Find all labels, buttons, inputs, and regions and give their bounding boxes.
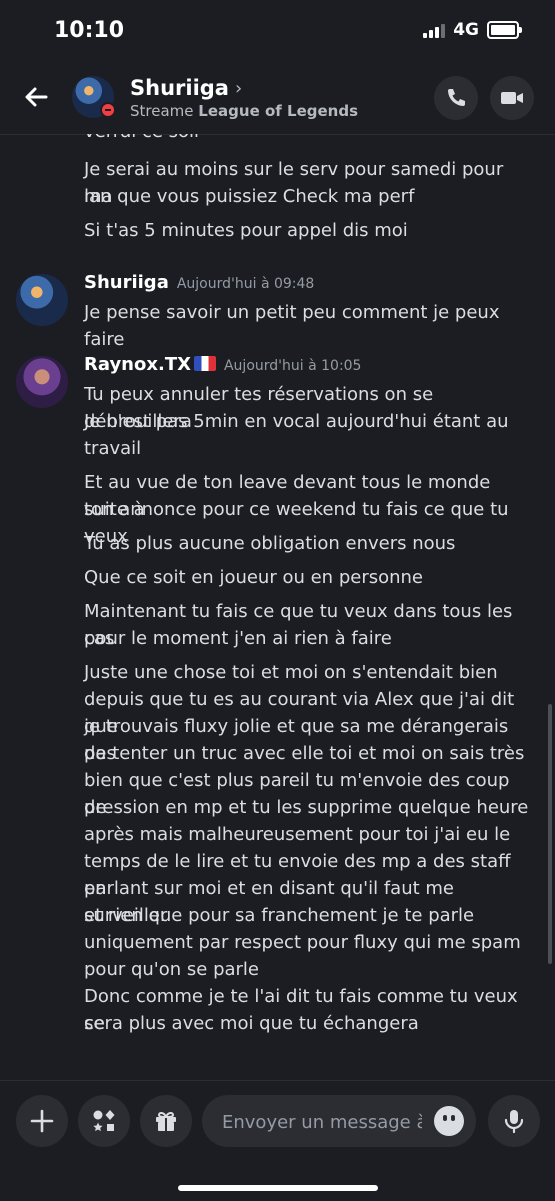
avatar[interactable]	[16, 274, 68, 326]
message-timestamp: Aujourd'hui à 10:05	[223, 358, 362, 374]
france-flag-icon	[193, 356, 216, 371]
message-line: Que ce soit en joueur ou en personne	[84, 567, 423, 588]
phone-icon	[448, 89, 465, 106]
profile-name[interactable]: Shuriiga ›	[130, 76, 242, 100]
apps-icon	[93, 1110, 115, 1132]
status-indicators: 4G	[423, 20, 522, 40]
message-line: pression en mp et tu les supprime quelqu…	[84, 797, 529, 818]
profile-name-label: Shuriiga	[130, 76, 229, 100]
message-line: Je n'est pas 5min en vocal aujourd'hui é…	[84, 411, 509, 432]
activity-game: League of Legends	[198, 102, 359, 120]
message-list[interactable]: verrai ce soir Je serai au moins sur le …	[0, 134, 555, 1080]
voice-message-button[interactable]	[488, 1095, 540, 1147]
message-input-field[interactable]	[202, 1095, 476, 1149]
message-line: verrai ce soir	[84, 134, 537, 145]
message-line: après mais malheureusement pour toi j'ai…	[84, 824, 511, 845]
home-indicator	[178, 1185, 378, 1191]
activity-prefix: Streame	[130, 102, 194, 120]
microphone-icon	[504, 1110, 524, 1134]
add-attachment-button[interactable]	[16, 1095, 68, 1147]
gift-button[interactable]	[140, 1095, 192, 1147]
author-name: Shuriiga	[84, 272, 169, 293]
message-line: Juste une chose toi et moi on s'entendai…	[84, 662, 498, 683]
emoji-icon[interactable]	[434, 1106, 464, 1136]
battery-icon	[487, 21, 522, 39]
activity-status: Streame League of Legends	[130, 102, 358, 120]
video-call-button[interactable]	[490, 76, 534, 120]
author-name: Raynox.TX	[84, 354, 191, 375]
back-arrow-icon[interactable]	[20, 80, 54, 114]
status-time: 10:10	[54, 18, 125, 43]
chevron-right-icon: ›	[234, 77, 243, 99]
status-bar: 10:10 4G	[0, 0, 555, 62]
plus-icon	[30, 1109, 54, 1133]
voice-call-button[interactable]	[434, 76, 478, 120]
apps-button[interactable]	[78, 1095, 130, 1147]
signal-icon	[423, 22, 446, 38]
message-input[interactable]	[220, 1095, 424, 1149]
message-line: uniquement par respect pour fluxy qui me…	[84, 932, 521, 953]
message-line: de tenter un truc avec elle toi et moi o…	[84, 743, 525, 764]
message-line: travail	[84, 438, 142, 459]
message-composer	[0, 1080, 555, 1201]
message-line: Tu as plus aucune obligation envers nous	[84, 533, 456, 554]
network-type: 4G	[453, 20, 479, 40]
video-camera-icon	[501, 92, 523, 104]
message-line: et rien que pour sa franchement je te pa…	[84, 905, 475, 926]
dm-header: Shuriiga › Streame League of Legends	[0, 62, 555, 135]
message-author[interactable]: Shuriiga Aujourd'hui à 09:48	[84, 272, 314, 293]
message-line: pour le moment j'en ai rien à faire	[84, 628, 392, 649]
dnd-status-icon	[100, 102, 116, 118]
message-line: lan que vous puissiez Check ma perf	[84, 186, 415, 207]
gift-icon	[156, 1111, 176, 1131]
message-author[interactable]: Raynox.TX Aujourd'hui à 10:05	[84, 354, 361, 375]
message-line: sera plus avec moi que tu échangera	[84, 1013, 419, 1034]
message-timestamp: Aujourd'hui à 09:48	[176, 276, 315, 292]
message-line: Si t'as 5 minutes pour appel dis moi	[84, 220, 408, 241]
avatar[interactable]	[16, 356, 68, 408]
scrollbar[interactable]	[548, 704, 552, 964]
message-line: pour qu'on se parle	[84, 959, 259, 980]
message-line: Je pense savoir un petit peu comment je …	[84, 302, 500, 350]
